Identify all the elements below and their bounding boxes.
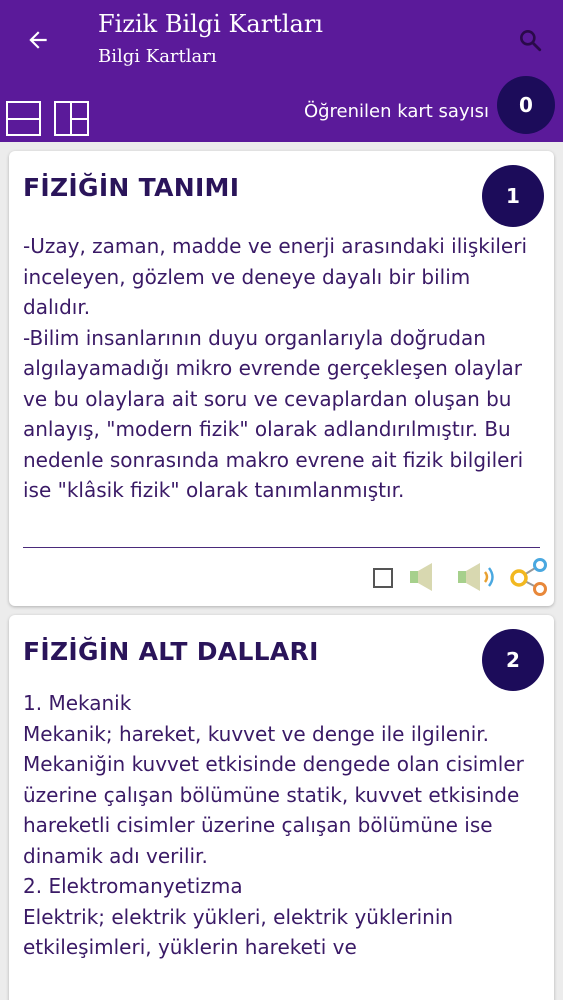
learned-checkbox[interactable] bbox=[373, 568, 393, 588]
card-number-badge: 1 bbox=[482, 165, 544, 227]
flash-card[interactable]: FİZİĞİN ALT DALLARI 2 1. Mekanik Mekanik… bbox=[9, 615, 554, 1000]
card-divider bbox=[23, 547, 540, 548]
card-text: 1. Mekanik Mekanik; hareket, kuvvet ve d… bbox=[23, 691, 524, 959]
speaker-mute-icon bbox=[410, 563, 432, 591]
learned-count-badge: 0 bbox=[497, 76, 555, 134]
card-text: -Uzay, zaman, madde ve enerji arasındaki… bbox=[23, 234, 528, 502]
share-icon bbox=[510, 558, 547, 596]
single-card-layout-icon[interactable] bbox=[6, 101, 41, 136]
search-button[interactable] bbox=[512, 22, 548, 58]
split-card-layout-icon[interactable] bbox=[54, 101, 89, 136]
card-title: FİZİĞİN TANIMI bbox=[23, 173, 240, 202]
flash-card[interactable]: FİZİĞİN TANIMI 1 -Uzay, zaman, madde ve … bbox=[9, 151, 554, 606]
app-subtitle: Bilgi Kartları bbox=[98, 46, 217, 67]
search-icon bbox=[520, 30, 542, 52]
back-button[interactable] bbox=[18, 20, 58, 60]
speaker-sound-icon bbox=[458, 563, 494, 591]
speaker-sound-button[interactable] bbox=[455, 559, 505, 595]
card-actions bbox=[9, 558, 554, 596]
app-title: Fizik Bilgi Kartları bbox=[98, 10, 323, 38]
card-title: FİZİĞİN ALT DALLARI bbox=[23, 637, 319, 666]
arrow-left-icon bbox=[29, 31, 47, 49]
learned-count-label: Öğrenilen kart sayısı bbox=[303, 101, 489, 122]
speaker-mute-button[interactable] bbox=[407, 559, 439, 595]
app-bar: Fizik Bilgi Kartları Bilgi Kartları Öğre… bbox=[0, 0, 563, 142]
card-number-badge: 2 bbox=[482, 629, 544, 691]
share-button[interactable] bbox=[507, 558, 551, 596]
